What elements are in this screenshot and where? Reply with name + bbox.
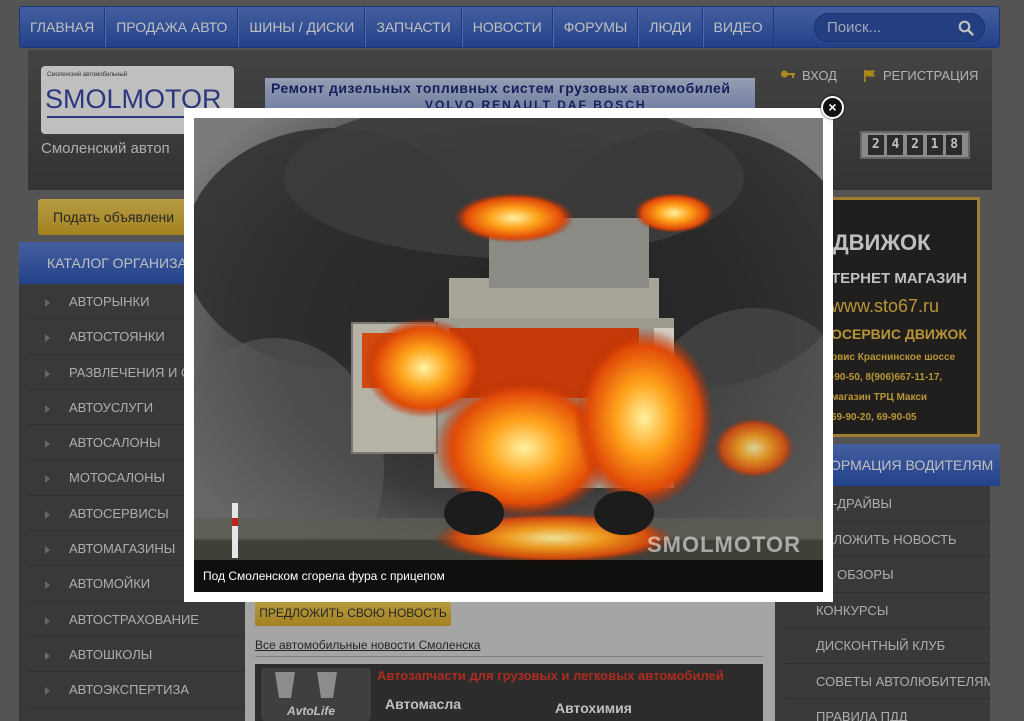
burning-truck-image: [194, 118, 823, 592]
photo-watermark: SMOLMOTOR: [646, 532, 801, 557]
photo-caption: Под Смоленском сгорела фура с прицепом: [203, 569, 445, 583]
lightbox: SMOLMOTOR Под Смоленском сгорела фура с …: [184, 108, 833, 602]
caption-bar: Под Смоленском сгорела фура с прицепом: [194, 560, 823, 592]
lightbox-photo: SMOLMOTOR Под Смоленском сгорела фура с …: [194, 118, 823, 592]
close-icon[interactable]: ×: [821, 96, 844, 119]
